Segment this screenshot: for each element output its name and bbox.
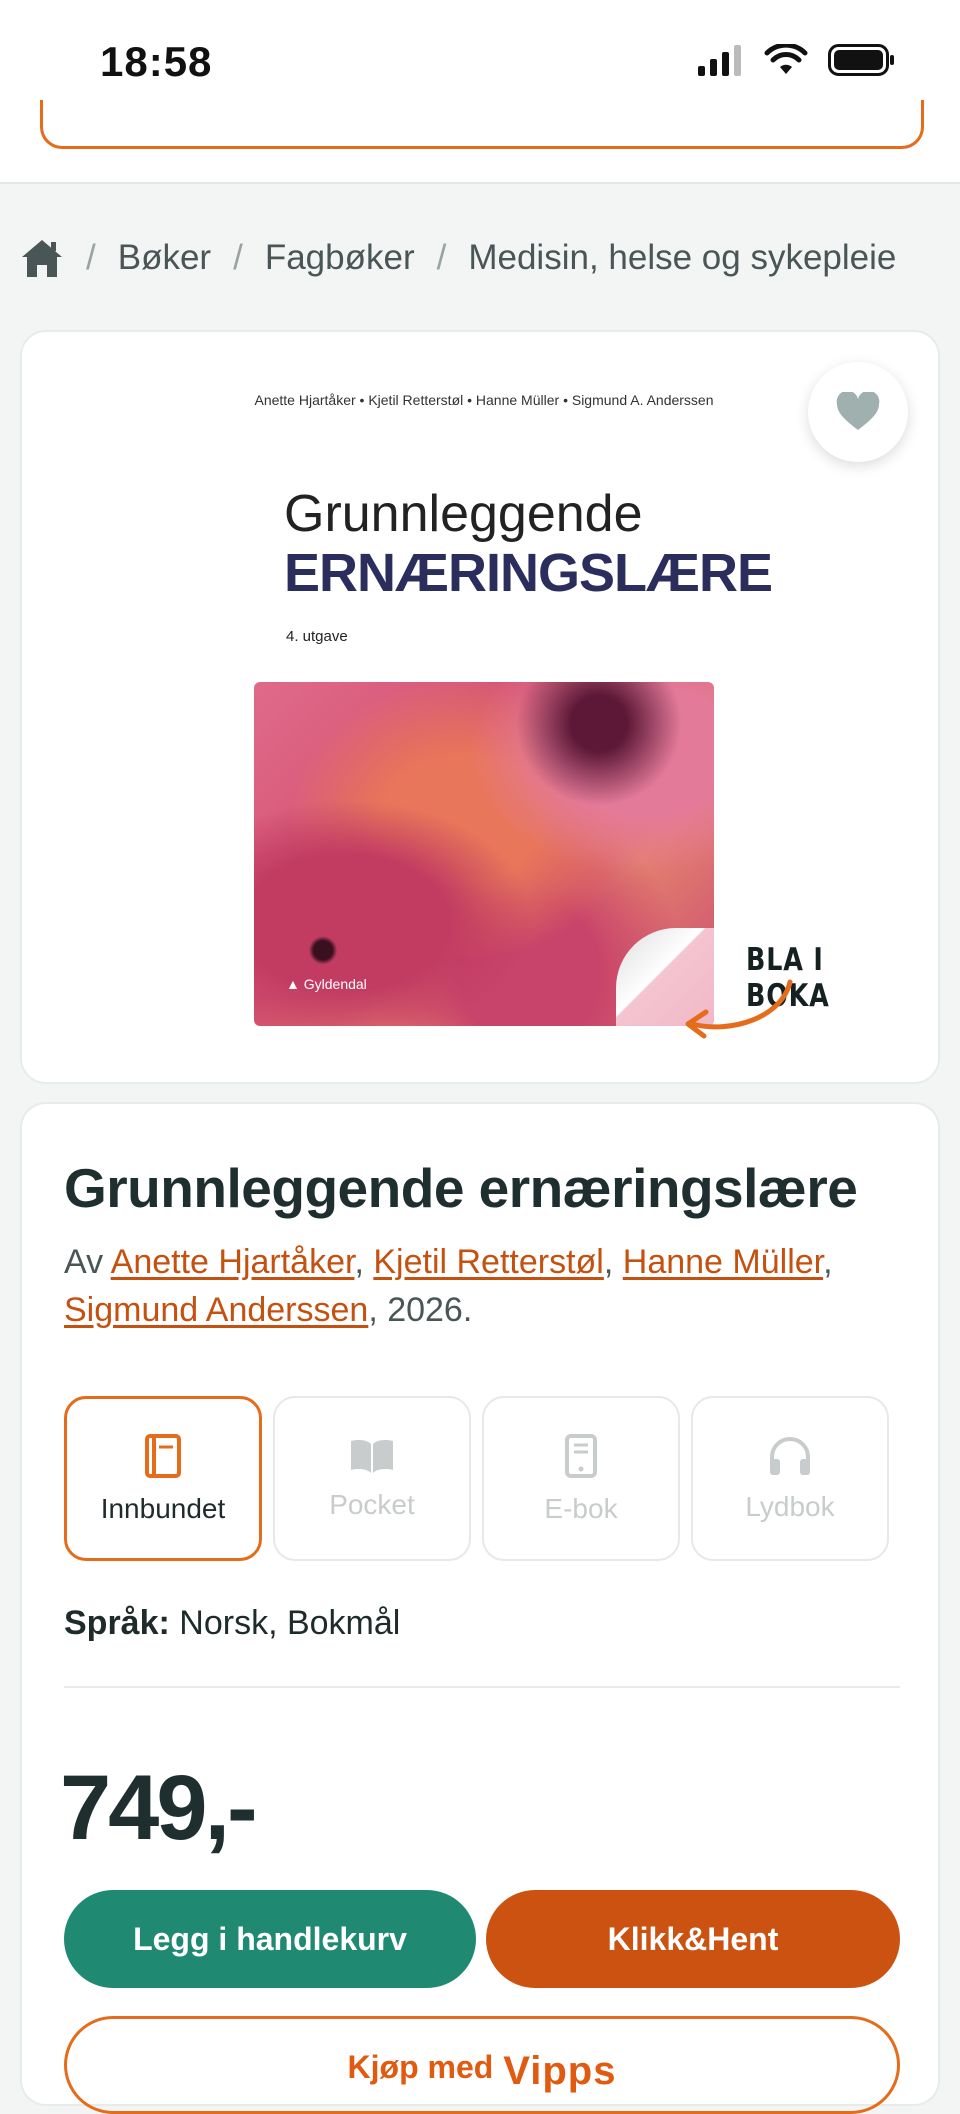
click-and-collect-button[interactable]: Klikk&Hent <box>486 1890 900 1988</box>
headphones-icon <box>770 1436 810 1475</box>
breadcrumb-item-fagboker[interactable]: Fagbøker <box>265 238 415 278</box>
breadcrumb: / Bøker / Fagbøker / Medisin, helse og s… <box>20 230 896 286</box>
breadcrumb-separator: / <box>233 238 243 277</box>
author-link[interactable]: Sigmund Anderssen <box>64 1291 368 1329</box>
status-icons <box>696 44 896 76</box>
product-title: Grunnleggende ernæringslære <box>64 1157 858 1219</box>
author-link[interactable]: Kjetil Retterstøl <box>373 1243 604 1281</box>
add-to-cart-button[interactable]: Legg i handlekurv <box>64 1890 476 1988</box>
format-label: Pocket <box>329 1488 415 1520</box>
curved-arrow-icon <box>685 979 793 1039</box>
status-time: 18:58 <box>100 38 213 85</box>
language-value: Norsk, Bokmål <box>179 1604 401 1642</box>
price: 749,- <box>60 1757 258 1859</box>
cover-title-line1: Grunnleggende <box>284 485 643 543</box>
format-label: E-bok <box>544 1492 618 1524</box>
cover-publisher-name: Gyldendal <box>303 976 367 992</box>
cover-title-line2: ERNÆRINGSLÆRE <box>284 543 773 603</box>
wifi-icon <box>764 44 808 74</box>
book-cover[interactable]: Anette Hjartåker • Kjetil Retterstøl • H… <box>254 392 773 1052</box>
language-info: Språk: Norsk, Bokmål <box>64 1604 400 1643</box>
product-info-card: Grunnleggende ernæringslære Av Anette Hj… <box>20 1102 940 2114</box>
publication-year: , 2026. <box>368 1291 473 1329</box>
heart-icon <box>836 392 880 430</box>
cover-authors: Anette Hjartåker • Kjetil Retterstøl • H… <box>254 392 714 408</box>
hardcover-book-icon <box>145 1433 181 1478</box>
format-label: Lydbok <box>745 1490 835 1522</box>
format-option-pocket[interactable]: Pocket <box>273 1396 471 1561</box>
vipps-prefix: Kjøp med <box>347 2049 494 2085</box>
header <box>0 100 960 184</box>
breadcrumb-item-boker[interactable]: Bøker <box>118 238 211 278</box>
product-image-card: Anette Hjartåker • Kjetil Retterstøl • H… <box>20 330 940 1084</box>
tablet-icon <box>565 1433 597 1478</box>
buy-with-vipps-button[interactable]: Kjøp med Vipps <box>64 2016 900 2114</box>
home-icon[interactable] <box>20 237 64 279</box>
breadcrumb-separator: / <box>436 238 447 277</box>
divider <box>64 1686 900 1688</box>
cover-artwork: ▲ Gyldendal <box>254 682 714 1026</box>
cover-edition: 4. utgave <box>286 628 348 645</box>
vipps-logo: Vipps <box>503 2049 617 2093</box>
search-input[interactable] <box>40 100 924 149</box>
favorite-button[interactable] <box>808 362 908 462</box>
battery-icon <box>828 44 894 76</box>
publisher-tree-icon: ▲ <box>286 976 304 992</box>
breadcrumb-item-medisin[interactable]: Medisin, helse og sykepleie <box>468 238 896 278</box>
format-selector: Innbundet Pocket E-bok Lydbok <box>64 1396 889 1561</box>
cellular-signal-icon <box>698 45 741 76</box>
breadcrumb-separator: / <box>86 238 96 277</box>
author-link[interactable]: Anette Hjartåker <box>111 1243 355 1281</box>
cover-publisher: ▲ Gyldendal <box>286 976 367 992</box>
author-byline: Av Anette Hjartåker, Kjetil Retterstøl, … <box>64 1243 833 1329</box>
author-link[interactable]: Hanne Müller <box>623 1243 823 1281</box>
format-option-ebok[interactable]: E-bok <box>482 1396 680 1561</box>
format-label: Innbundet <box>100 1492 226 1524</box>
language-label: Språk: <box>64 1604 170 1642</box>
open-book-icon <box>351 1439 393 1473</box>
byline-prefix: Av <box>64 1243 104 1281</box>
format-option-lydbok[interactable]: Lydbok <box>691 1396 889 1561</box>
format-option-innbundet[interactable]: Innbundet <box>64 1396 262 1561</box>
